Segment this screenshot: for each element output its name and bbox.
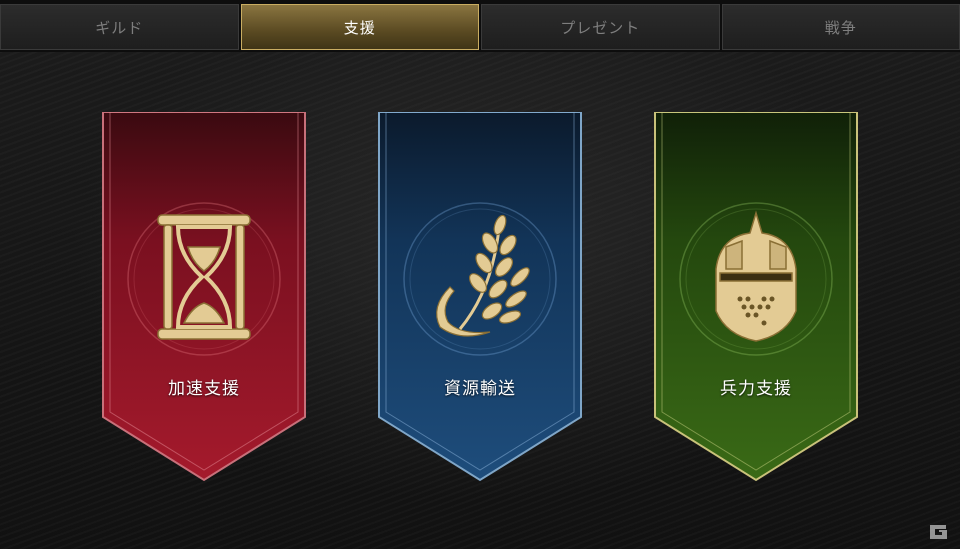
banner-label: 資源輸送	[444, 379, 516, 399]
banner-label: 加速支援	[168, 379, 240, 399]
speedup-support-banner[interactable]: 加速支援	[101, 112, 307, 482]
knight-helmet-icon	[715, 210, 797, 342]
wheat-icon	[436, 214, 530, 337]
tab-label: ギルド	[95, 18, 144, 37]
tab-guild[interactable]: ギルド	[0, 4, 239, 50]
troop-support-banner[interactable]: 兵力支援	[653, 112, 859, 482]
resource-transport-banner[interactable]: 資源輸送	[377, 112, 583, 482]
tab-label: 支援	[343, 18, 376, 37]
tab-support[interactable]: 支援	[240, 4, 479, 50]
tab-war[interactable]: 戦争	[721, 4, 960, 50]
tab-label: プレゼント	[560, 18, 641, 37]
hourglass-icon	[157, 214, 251, 340]
tab-present[interactable]: プレゼント	[481, 4, 720, 50]
tab-bar: ギルド 支援 プレゼント 戦争	[0, 0, 960, 52]
watermark-logo-icon	[930, 525, 947, 539]
banner-label: 兵力支援	[720, 379, 792, 399]
tab-label: 戦争	[824, 18, 857, 37]
